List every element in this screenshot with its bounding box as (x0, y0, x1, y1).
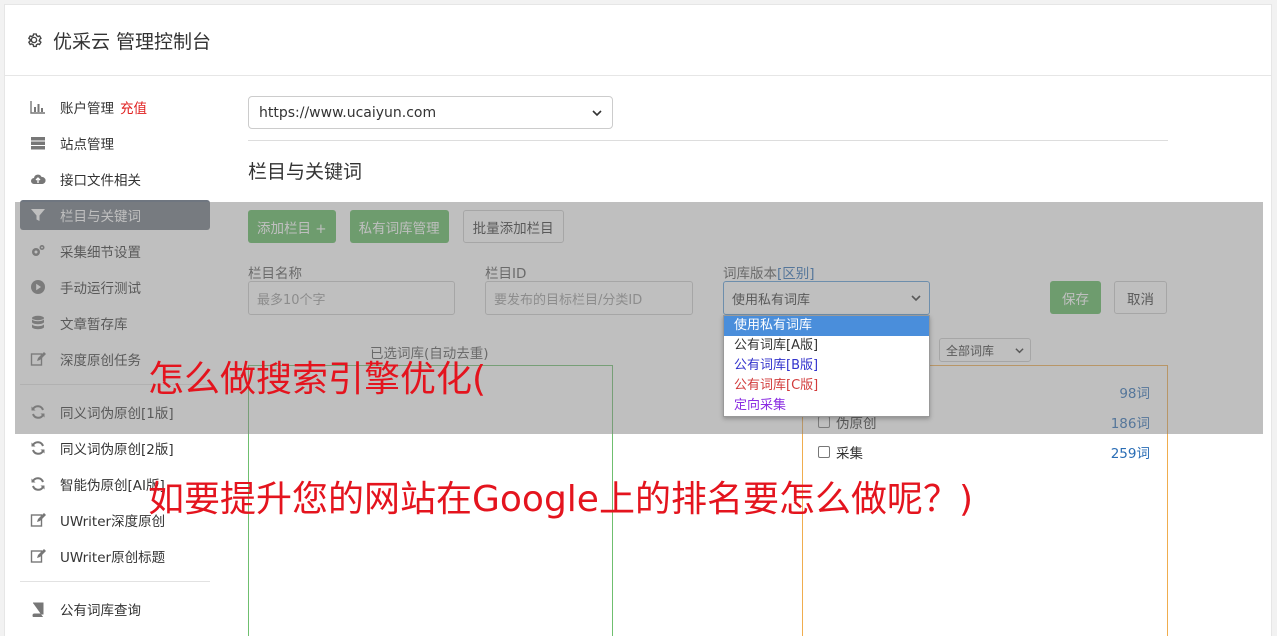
section-title: 栏目与关键词 (248, 161, 363, 183)
page-title: 优采云 管理控制台 (53, 30, 212, 53)
version-option[interactable]: 定向采集 (724, 396, 929, 416)
library-checkbox[interactable] (818, 446, 830, 458)
sidebar-item-uwriter-title[interactable]: UWriter原创标题 (20, 541, 210, 571)
site-select-value: https://www.ucaiyun.com (259, 104, 437, 121)
library-row-count: 259词 (1110, 446, 1150, 462)
refresh-icon (30, 476, 46, 492)
sidebar-item-label: UWriter原创标题 (60, 550, 166, 566)
sidebar-item-public-lib[interactable]: 公有词库查询 (20, 594, 210, 624)
sidebar-item-sites[interactable]: 站点管理 (20, 128, 210, 158)
chevron-down-icon (592, 108, 602, 118)
sidebar-divider (20, 581, 210, 582)
header: 优采云 管理控制台 (5, 5, 1271, 76)
site-select[interactable]: https://www.ucaiyun.com (248, 96, 613, 129)
library-row[interactable]: 采集 259词 (818, 442, 1150, 462)
version-option[interactable]: 公有词库[C版] (724, 376, 929, 396)
watermark-line-1: 怎么做搜索引擎优化( (148, 359, 487, 400)
version-dropdown: 使用私有词库 公有词库[A版] 公有词库[B版] 公有词库[C版] 定向采集 (723, 315, 930, 417)
sidebar-item-account[interactable]: 账户管理 充值 (20, 92, 210, 122)
bar-chart-icon (30, 99, 46, 115)
recharge-link[interactable]: 充值 (120, 97, 147, 117)
sidebar-item-label: 同义词伪原创[2版] (60, 442, 174, 458)
gear-icon (25, 31, 43, 49)
sidebar-item-label: 接口文件相关 (60, 173, 141, 189)
sidebar-item-label: 公有词库查询 (60, 603, 141, 619)
sidebar-item-label: 账户管理 (60, 101, 114, 117)
server-icon (30, 135, 46, 151)
sidebar-item-synonym-v2[interactable]: 同义词伪原创[2版] (20, 433, 210, 463)
version-option[interactable]: 公有词库[A版] (724, 336, 929, 356)
version-option[interactable]: 公有词库[B版] (724, 356, 929, 376)
cloud-upload-icon (30, 171, 46, 187)
main-content: https://www.ucaiyun.com 栏目与关键词 (243, 96, 1168, 184)
watermark-line-2: 如要提升您的网站在Google上的排名要怎么做呢？) (148, 479, 973, 520)
book-icon (30, 601, 46, 617)
library-row-label: 采集 (836, 446, 863, 462)
refresh-icon (30, 440, 46, 456)
sidebar-item-label: 站点管理 (60, 137, 114, 153)
edit-icon (30, 548, 46, 564)
divider (248, 140, 1168, 141)
edit-icon (30, 512, 46, 528)
version-option[interactable]: 使用私有词库 (724, 316, 929, 336)
sidebar-item-interface[interactable]: 接口文件相关 (20, 164, 210, 194)
